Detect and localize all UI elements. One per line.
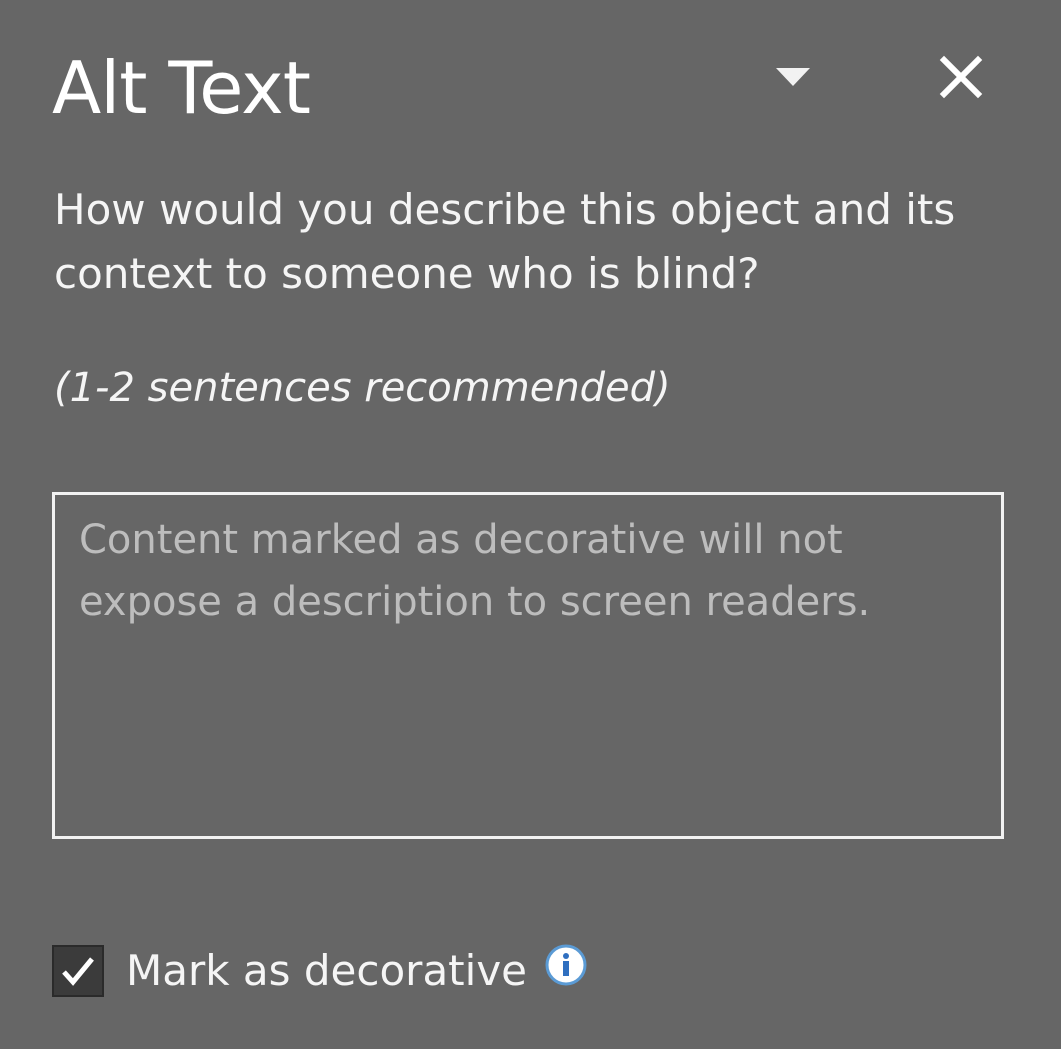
triangle-down-icon: [776, 68, 810, 86]
close-icon: [939, 55, 983, 99]
decorative-info-button[interactable]: [545, 944, 587, 986]
alt-text-pane: Alt Text How would you describe this obj…: [0, 0, 1061, 1049]
close-pane-button[interactable]: [926, 44, 996, 110]
mark-as-decorative-row: Mark as decorative: [52, 938, 587, 1004]
sentence-count-hint: (1-2 sentences recommended): [54, 365, 671, 411]
mark-as-decorative-label[interactable]: Mark as decorative: [126, 941, 527, 1001]
description-prompt: How would you describe this object and i…: [54, 185, 956, 298]
info-icon: [545, 944, 587, 986]
task-pane-options-button[interactable]: [760, 44, 826, 110]
checkmark-icon: [62, 957, 94, 986]
pane-title: Alt Text: [52, 46, 311, 130]
alt-text-description-field[interactable]: [52, 492, 1004, 839]
mark-as-decorative-checkbox[interactable]: [52, 945, 104, 997]
